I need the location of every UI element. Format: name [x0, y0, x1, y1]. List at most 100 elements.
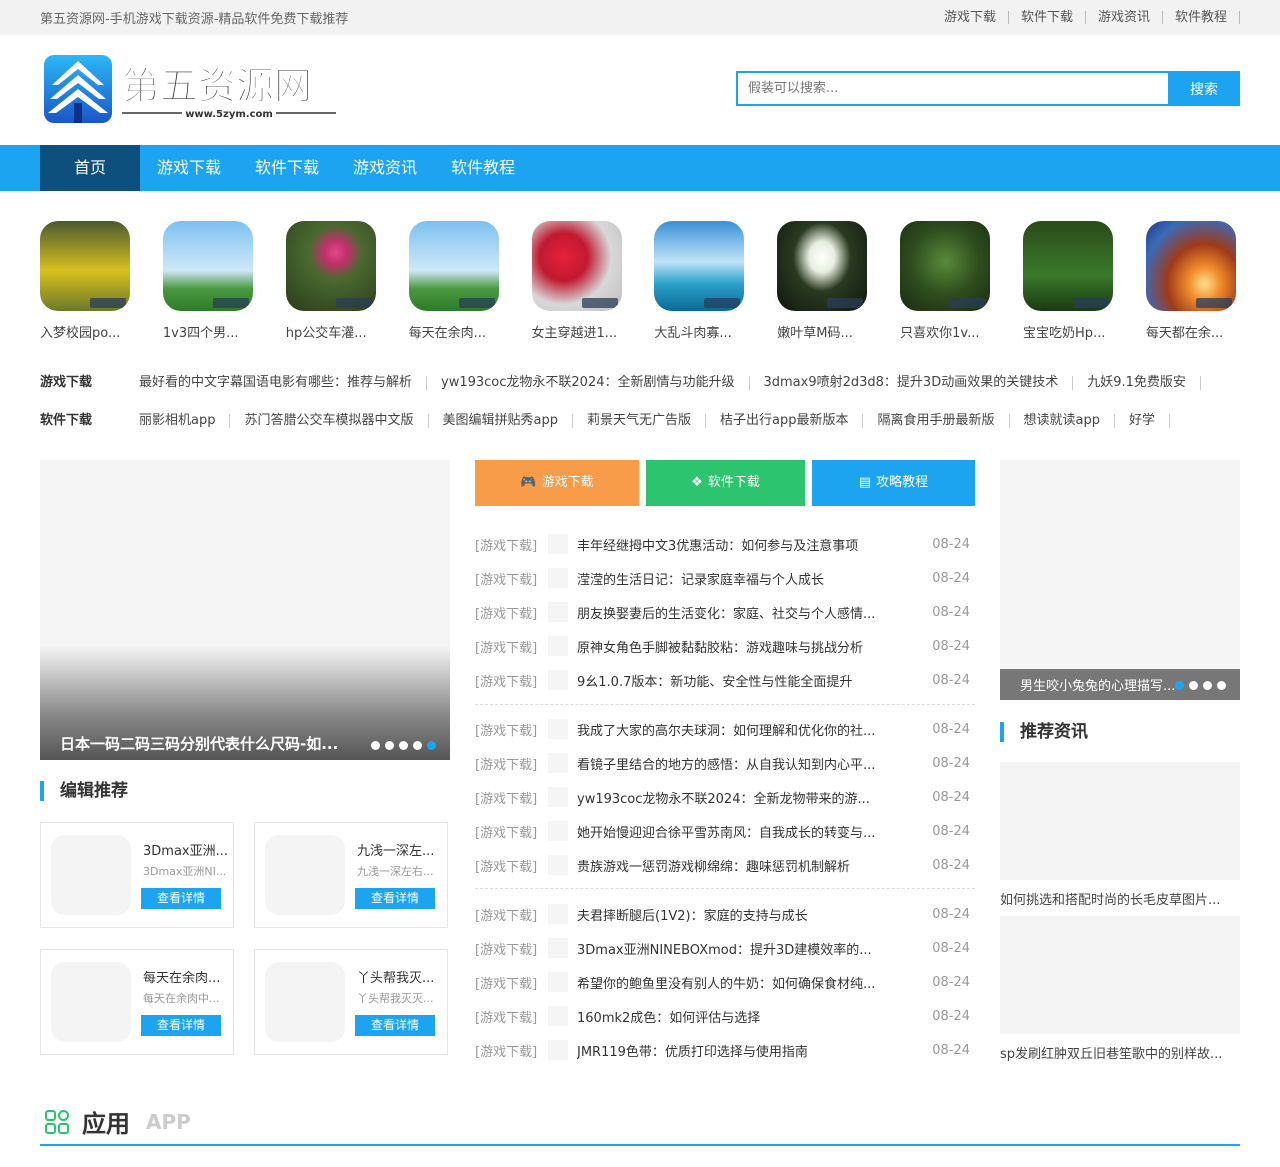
news-title[interactable]: 她开始慢迎迎合徐平雪苏南风：自我成长的转变与...: [577, 822, 929, 841]
news-category[interactable]: [游戏下载]: [475, 905, 548, 924]
recommend-thumbnail[interactable]: [1000, 762, 1240, 880]
news-category[interactable]: [游戏下载]: [475, 754, 548, 773]
news-row[interactable]: [游戏下载] 夫君摔断腿后(1V2)：家庭的支持与成长 08-24: [475, 897, 975, 931]
side-slider-caption[interactable]: 男生咬小兔兔的心理描写...: [1020, 675, 1175, 694]
game-link[interactable]: 九妖9.1免费版安: [1073, 376, 1201, 390]
nav-tutorials[interactable]: 软件教程: [434, 145, 532, 191]
app-item[interactable]: 嫩叶草M码...: [777, 221, 871, 341]
slider-dot[interactable]: [413, 741, 422, 750]
soft-link[interactable]: 莉景天气无广告版: [573, 414, 706, 428]
soft-link[interactable]: 想读就读app: [1010, 414, 1115, 428]
news-title[interactable]: 贵族游戏一惩罚游戏柳绵绵：趣味惩罚机制解析: [577, 856, 929, 875]
view-details-button[interactable]: 查看详情: [355, 888, 435, 909]
news-category[interactable]: [游戏下载]: [475, 1007, 548, 1026]
news-title[interactable]: 我成了大家的高尔夫球洞：如何理解和优化你的社...: [577, 720, 929, 739]
card-title[interactable]: 3Dmax亚洲...: [143, 840, 228, 859]
news-title[interactable]: 滢滢的生活日记：记录家庭幸福与个人成长: [577, 569, 929, 588]
news-title[interactable]: 希望你的鲍鱼里没有别人的牛奶：如何确保食材纯...: [577, 973, 929, 992]
soft-link[interactable]: 丽影相机app: [125, 414, 231, 428]
tab-game-download[interactable]: 🎮 游戏下载: [475, 460, 639, 506]
soft-link[interactable]: 美图编辑拼贴秀app: [429, 414, 573, 428]
nav-software[interactable]: 软件下载: [238, 145, 336, 191]
main-slider[interactable]: 日本一码二码三码分别代表什么尺码-如...: [40, 460, 450, 760]
news-category[interactable]: [游戏下载]: [475, 973, 548, 992]
edit-card[interactable]: 丫头帮我灭... 丫头帮我灭灭... 查看详情: [254, 949, 448, 1055]
view-details-button[interactable]: 查看详情: [355, 1015, 435, 1036]
site-logo[interactable]: 第五资源网 www.5zym.com: [44, 55, 339, 125]
app-item[interactable]: hp公交车灌...: [285, 221, 380, 341]
news-category[interactable]: [游戏下载]: [475, 720, 548, 739]
news-category[interactable]: [游戏下载]: [475, 671, 548, 690]
slider-dot-active[interactable]: [1175, 681, 1184, 690]
nav-games[interactable]: 游戏下载: [140, 145, 238, 191]
slider-dot[interactable]: [1217, 681, 1226, 690]
news-title[interactable]: 丰年经继拇中文3优惠活动：如何参与及注意事项: [577, 535, 929, 554]
soft-link[interactable]: 桔子出行app最新版本: [706, 414, 864, 428]
game-link[interactable]: yw193coc龙物永不联2024：全新剧情与功能升级: [427, 376, 750, 390]
app-item[interactable]: 宝宝吃奶Hp...: [1023, 221, 1117, 341]
recommend-caption[interactable]: 如何挑选和搭配时尚的长毛皮草图片...: [1000, 889, 1220, 908]
search-input[interactable]: [736, 71, 1168, 106]
search-button[interactable]: 搜索: [1168, 71, 1240, 106]
edit-card[interactable]: 每天在余肉... 每天在余肉中... 查看详情: [40, 949, 234, 1055]
app-item[interactable]: 大乱斗肉寡...: [654, 221, 748, 341]
card-title[interactable]: 丫头帮我灭...: [357, 967, 434, 986]
side-slider[interactable]: 男生咬小兔兔的心理描写...: [1000, 460, 1240, 700]
tab-guides[interactable]: ▤ 攻略教程: [812, 460, 975, 506]
slider-dot[interactable]: [371, 741, 380, 750]
card-title[interactable]: 每天在余肉...: [143, 967, 220, 986]
news-row[interactable]: [游戏下载] 160mk2成色：如何评估与选择 08-24: [475, 999, 975, 1033]
news-category[interactable]: [游戏下载]: [475, 788, 548, 807]
card-title[interactable]: 九浅一深左...: [357, 840, 434, 859]
news-category[interactable]: [游戏下载]: [475, 569, 548, 588]
nav-home[interactable]: 首页: [40, 145, 140, 191]
game-links-category[interactable]: 游戏下载: [40, 371, 125, 390]
slider-dot-active[interactable]: [427, 741, 436, 750]
news-title[interactable]: JMR119色带：优质打印选择与使用指南: [577, 1041, 929, 1060]
soft-link[interactable]: 好学: [1115, 414, 1170, 428]
news-category[interactable]: [游戏下载]: [475, 1041, 548, 1060]
app-item[interactable]: 只喜欢你1v...: [900, 221, 994, 341]
news-title[interactable]: 朋友换娶妻后的生活变化：家庭、社交与个人感情...: [577, 603, 929, 622]
news-title[interactable]: 160mk2成色：如何评估与选择: [577, 1007, 929, 1026]
app-item[interactable]: 每天都在余...: [1145, 221, 1240, 341]
top-link-news[interactable]: 游戏资讯: [1086, 11, 1163, 24]
game-link[interactable]: 3dmax9喷射2d3d8：提升3D动画效果的关键技术: [750, 376, 1074, 390]
soft-link[interactable]: 苏门答腊公交车模拟器中文版: [230, 414, 429, 428]
news-category[interactable]: [游戏下载]: [475, 822, 548, 841]
app-item[interactable]: 入梦校园po...: [40, 221, 134, 341]
news-row[interactable]: [游戏下载] 她开始慢迎迎合徐平雪苏南风：自我成长的转变与... 08-24: [475, 814, 975, 848]
news-title[interactable]: 原神女角色手脚被黏黏胶粘：游戏趣味与挑战分析: [577, 637, 929, 656]
app-item[interactable]: 1v3四个男...: [162, 221, 257, 341]
slider-dot[interactable]: [1203, 681, 1212, 690]
nav-news[interactable]: 游戏资讯: [336, 145, 434, 191]
news-title[interactable]: 夫君摔断腿后(1V2)：家庭的支持与成长: [577, 905, 929, 924]
app-item[interactable]: 每天在余肉...: [408, 221, 503, 341]
top-link-software[interactable]: 软件下载: [1009, 11, 1086, 24]
news-category[interactable]: [游戏下载]: [475, 637, 548, 656]
news-row[interactable]: [游戏下载] 希望你的鲍鱼里没有别人的牛奶：如何确保食材纯... 08-24: [475, 965, 975, 999]
slider-dot[interactable]: [1189, 681, 1198, 690]
top-link-games[interactable]: 游戏下载: [932, 11, 1009, 24]
top-link-tutorials[interactable]: 软件教程: [1163, 11, 1240, 24]
game-link[interactable]: 最好看的中文字幕国语电影有哪些：推荐与解析: [125, 376, 428, 390]
news-category[interactable]: [游戏下载]: [475, 603, 548, 622]
news-row[interactable]: [游戏下载] JMR119色带：优质打印选择与使用指南 08-24: [475, 1033, 975, 1067]
slider-dot[interactable]: [385, 741, 394, 750]
news-title[interactable]: yw193coc龙物永不联2024：全新龙物带来的游...: [577, 788, 929, 807]
news-title[interactable]: 看镜子里结合的地方的感悟：从自我认知到内心平...: [577, 754, 929, 773]
news-row[interactable]: [游戏下载] yw193coc龙物永不联2024：全新龙物带来的游... 08-24: [475, 780, 975, 814]
view-details-button[interactable]: 查看详情: [141, 888, 221, 909]
news-row[interactable]: [游戏下载] 看镜子里结合的地方的感悟：从自我认知到内心平... 08-24: [475, 746, 975, 780]
news-row[interactable]: [游戏下载] 滢滢的生活日记：记录家庭幸福与个人成长 08-24: [475, 561, 975, 595]
news-row[interactable]: [游戏下载] 朋友换娶妻后的生活变化：家庭、社交与个人感情... 08-24: [475, 595, 975, 629]
news-row[interactable]: [游戏下载] 3Dmax亚洲NINEBOXmod：提升3D建模效率的... 08-2…: [475, 931, 975, 965]
recommend-thumbnail[interactable]: [1000, 916, 1240, 1034]
news-category[interactable]: [游戏下载]: [475, 535, 548, 554]
news-row[interactable]: [游戏下载] 原神女角色手脚被黏黏胶粘：游戏趣味与挑战分析 08-24: [475, 629, 975, 663]
news-category[interactable]: [游戏下载]: [475, 939, 548, 958]
slider-caption[interactable]: 日本一码二码三码分别代表什么尺码-如...: [60, 733, 338, 754]
news-row[interactable]: [游戏下载] 9幺1.0.7版本：新功能、安全性与性能全面提升 08-24: [475, 663, 975, 697]
app-item[interactable]: 女主穿越进1...: [531, 221, 626, 341]
news-title[interactable]: 9幺1.0.7版本：新功能、安全性与性能全面提升: [577, 671, 929, 690]
